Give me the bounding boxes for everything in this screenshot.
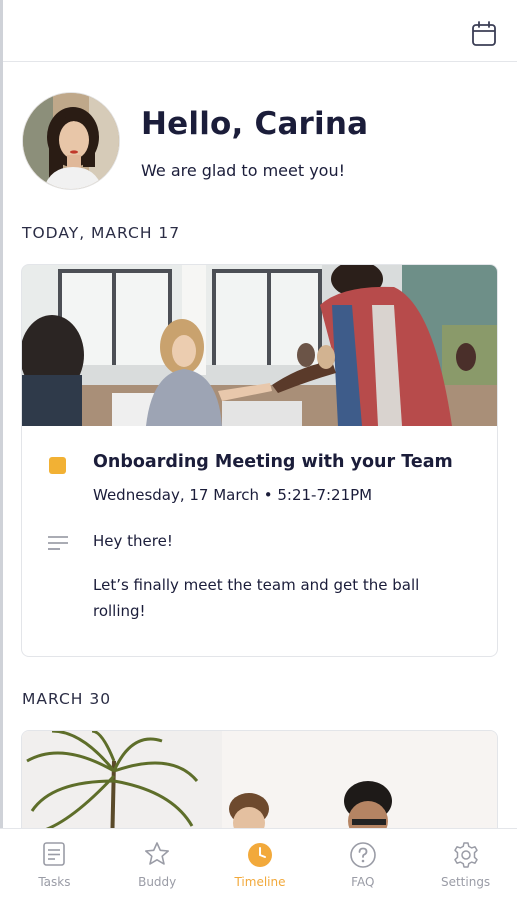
greeting-title: Hello, Carina bbox=[141, 106, 369, 142]
clock-icon bbox=[247, 843, 272, 867]
window-edge bbox=[0, 0, 3, 900]
section-title-march-30: MARCH 30 bbox=[22, 690, 112, 708]
star-icon bbox=[145, 842, 170, 865]
description-icon bbox=[48, 536, 68, 550]
tab-settings[interactable]: Settings bbox=[414, 829, 517, 900]
tab-tasks[interactable]: Tasks bbox=[3, 829, 106, 900]
event-description-body: Let’s finally meet the team and get the … bbox=[93, 576, 420, 620]
greeting-subtitle: We are glad to meet you! bbox=[141, 161, 346, 180]
profile-header: Hello, Carina We are glad to meet you! bbox=[22, 92, 492, 192]
tab-buddy[interactable]: Buddy bbox=[106, 829, 209, 900]
avatar[interactable] bbox=[22, 92, 120, 190]
bottom-tab-bar: Tasks Buddy Timeline FAQ Settings bbox=[0, 828, 517, 900]
tab-label-timeline: Timeline bbox=[234, 875, 286, 889]
section-title-today: TODAY, MARCH 17 bbox=[22, 224, 181, 242]
help-icon bbox=[349, 842, 376, 868]
tab-label-buddy: Buddy bbox=[138, 875, 177, 889]
event-color-marker bbox=[49, 457, 66, 474]
tab-label-faq: FAQ bbox=[351, 875, 375, 889]
event-title: Onboarding Meeting with your Team bbox=[93, 452, 453, 472]
event-image bbox=[22, 265, 497, 426]
event-datetime: Wednesday, 17 March • 5:21-7:21PM bbox=[93, 486, 373, 504]
event-card[interactable]: Onboarding Meeting with your Team Wednes… bbox=[21, 264, 498, 657]
calendar-icon bbox=[472, 21, 496, 46]
gear-icon bbox=[453, 842, 478, 868]
top-bar bbox=[3, 0, 517, 62]
event-description-greeting: Hey there! bbox=[93, 532, 173, 550]
tab-label-settings: Settings bbox=[440, 875, 491, 889]
tab-faq[interactable]: FAQ bbox=[311, 829, 414, 900]
calendar-button[interactable] bbox=[471, 20, 497, 48]
tab-timeline[interactable]: Timeline bbox=[209, 829, 312, 900]
tab-label-tasks: Tasks bbox=[38, 875, 71, 889]
document-icon bbox=[43, 842, 66, 866]
